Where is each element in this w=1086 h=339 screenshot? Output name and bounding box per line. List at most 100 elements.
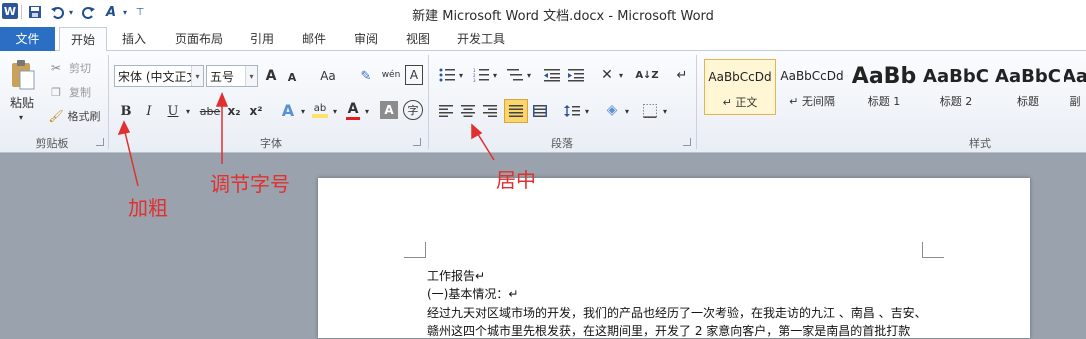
font-name-value: 宋体 (中文正文: [118, 69, 199, 84]
change-case-button[interactable]: Aa: [314, 66, 342, 86]
numbering-dropdown-icon[interactable]: ▾: [490, 65, 500, 85]
tab-insert[interactable]: 插入: [112, 27, 156, 51]
tab-view[interactable]: 视图: [396, 27, 440, 51]
cut-button[interactable]: 剪切: [64, 60, 96, 76]
grow-font-button[interactable]: A: [262, 66, 280, 86]
phonetic-guide-label: wén: [381, 70, 401, 80]
subscript-button[interactable]: x₂: [224, 101, 244, 121]
bullets-icon[interactable]: [436, 65, 458, 85]
style-subtitle[interactable]: Aa 副: [1064, 59, 1086, 115]
strikethrough-button[interactable]: abe: [198, 101, 222, 121]
style-sample: AaBb: [851, 63, 917, 89]
ribbon-tab-bar: 文件 开始 插入 页面布局 引用 邮件 审阅 视图 开发工具: [0, 27, 1086, 52]
increase-indent-icon[interactable]: [566, 65, 586, 85]
tab-page-layout[interactable]: 页面布局: [166, 27, 232, 51]
borders-dropdown-icon[interactable]: ▾: [660, 101, 670, 121]
italic-button[interactable]: I: [140, 101, 158, 121]
text-effects-icon[interactable]: A: [278, 99, 298, 121]
style-no-spacing[interactable]: AaBbCcDd ↵ 无间隔: [776, 59, 848, 115]
copy-icon[interactable]: ❐: [48, 84, 64, 100]
shading-dropdown-icon[interactable]: ▾: [622, 101, 632, 121]
tab-developer[interactable]: 开发工具: [448, 27, 514, 51]
multilevel-dropdown-icon[interactable]: ▾: [524, 65, 534, 85]
font-size-dropdown-icon[interactable]: ▾: [245, 66, 257, 86]
decrease-indent-icon[interactable]: [542, 65, 562, 85]
numbering-icon[interactable]: 123: [470, 65, 492, 85]
paragraph-group-label: 段落: [551, 137, 573, 150]
tab-mailings[interactable]: 邮件: [292, 27, 336, 51]
style-sample: AaBbCcDd: [780, 69, 844, 83]
font-size-value: 五号: [210, 69, 235, 84]
title-bar: W ▾ A ▾ ⊤ 新建 Microsoft Word 文档.docx - Mi…: [0, 0, 1086, 27]
distributed-icon[interactable]: [530, 101, 550, 121]
bullets-dropdown-icon[interactable]: ▾: [456, 65, 466, 85]
align-left-icon[interactable]: [436, 101, 456, 121]
align-center-icon[interactable]: [458, 101, 478, 121]
underline-dropdown-icon[interactable]: ▾: [182, 101, 194, 121]
clear-format-icon[interactable]: ✎: [356, 66, 376, 86]
paste-icon[interactable]: [6, 57, 40, 93]
doc-line: 经过九天对区域市场的开发，我们的产品也经历了一次考验，在我走访的九江 、南昌 、…: [427, 306, 927, 320]
document-page[interactable]: 工作报告↵ (一)基本情况：↵ 经过九天对区域市场的开发，我们的产品也经历了一次…: [318, 178, 1030, 338]
multilevel-list-icon[interactable]: [504, 65, 526, 85]
format-painter-button[interactable]: 格式刷: [64, 108, 104, 124]
doc-line: 工作报告↵: [427, 269, 486, 283]
style-sample: AaBbC: [923, 65, 989, 87]
font-color-dropdown-icon[interactable]: ▾: [362, 101, 372, 121]
char-border-icon[interactable]: A: [405, 65, 423, 85]
clipboard-launcher-icon[interactable]: [96, 138, 104, 146]
font-name-dropdown-icon[interactable]: ▾: [191, 66, 203, 86]
clipboard-group-label: 剪贴板: [35, 137, 69, 150]
font-name-combo[interactable]: 宋体 (中文正文 ▾: [114, 65, 204, 87]
line-spacing-icon[interactable]: [562, 101, 582, 121]
copy-button[interactable]: 复制: [64, 84, 96, 100]
tab-file[interactable]: 文件: [0, 27, 55, 51]
window-title: 新建 Microsoft Word 文档.docx - Microsoft Wo…: [412, 9, 714, 24]
style-heading-1[interactable]: AaBb 标题 1: [848, 59, 920, 115]
bold-button[interactable]: B: [117, 101, 135, 121]
phonetic-guide-button[interactable]: wén: [380, 64, 402, 86]
paste-dropdown-icon[interactable]: ▾: [14, 111, 28, 123]
font-launcher-icon[interactable]: [413, 138, 421, 146]
paste-button[interactable]: 粘贴: [4, 93, 40, 111]
shading-icon[interactable]: ◈: [602, 99, 622, 121]
font-group-label: 字体: [260, 137, 282, 150]
chinese-layout-icon[interactable]: ✕: [596, 65, 618, 85]
format-painter-icon[interactable]: 🖌: [48, 108, 64, 124]
styles-group-label: 样式: [969, 137, 991, 150]
chinese-layout-dropdown-icon[interactable]: ▾: [616, 65, 626, 85]
underline-button[interactable]: U: [164, 101, 182, 121]
enclose-char-icon[interactable]: 字: [403, 100, 423, 120]
font-size-combo[interactable]: 五号 ▾: [206, 65, 258, 87]
highlight-icon[interactable]: ab: [310, 99, 330, 121]
highlight-dropdown-icon[interactable]: ▾: [330, 101, 340, 121]
margin-corner-mark: [404, 242, 426, 258]
borders-icon[interactable]: [640, 101, 660, 121]
text-effects-dropdown-icon[interactable]: ▾: [298, 101, 308, 121]
svg-text:3: 3: [473, 78, 476, 82]
superscript-button[interactable]: x²: [246, 101, 266, 121]
group-divider: [696, 55, 697, 149]
style-normal[interactable]: AaBbCcDd ↵ 正文: [704, 59, 776, 115]
style-heading-2[interactable]: AaBbC 标题 2: [920, 59, 992, 115]
sort-icon[interactable]: A↓Z: [635, 65, 658, 85]
shrink-font-button[interactable]: A: [284, 68, 300, 86]
style-name: 标题 1: [867, 95, 901, 108]
justify-icon[interactable]: [504, 99, 528, 123]
font-color-icon[interactable]: A: [344, 99, 362, 121]
tab-home[interactable]: 开始: [59, 27, 107, 52]
char-shading-icon[interactable]: A: [380, 101, 398, 119]
tab-review[interactable]: 审阅: [344, 27, 388, 51]
scissors-icon[interactable]: ✂: [48, 60, 64, 76]
group-divider: [108, 55, 109, 149]
tab-references[interactable]: 引用: [240, 27, 284, 51]
show-marks-icon[interactable]: ↵: [672, 65, 692, 85]
line-spacing-dropdown-icon[interactable]: ▾: [582, 101, 592, 121]
style-name: 标题: [1017, 95, 1039, 108]
align-right-icon[interactable]: [480, 101, 500, 121]
style-title[interactable]: AaBbC 标题: [992, 59, 1064, 115]
ribbon-home: 粘贴 ▾ ✂ 剪切 ❐ 复制 🖌 格式刷 剪贴板 宋体 (中文正文 ▾ 五号 ▾…: [0, 51, 1086, 153]
paragraph-launcher-icon[interactable]: [683, 138, 691, 146]
annotation-center: 居中: [496, 168, 536, 192]
annotation-bold: 加粗: [128, 196, 168, 220]
